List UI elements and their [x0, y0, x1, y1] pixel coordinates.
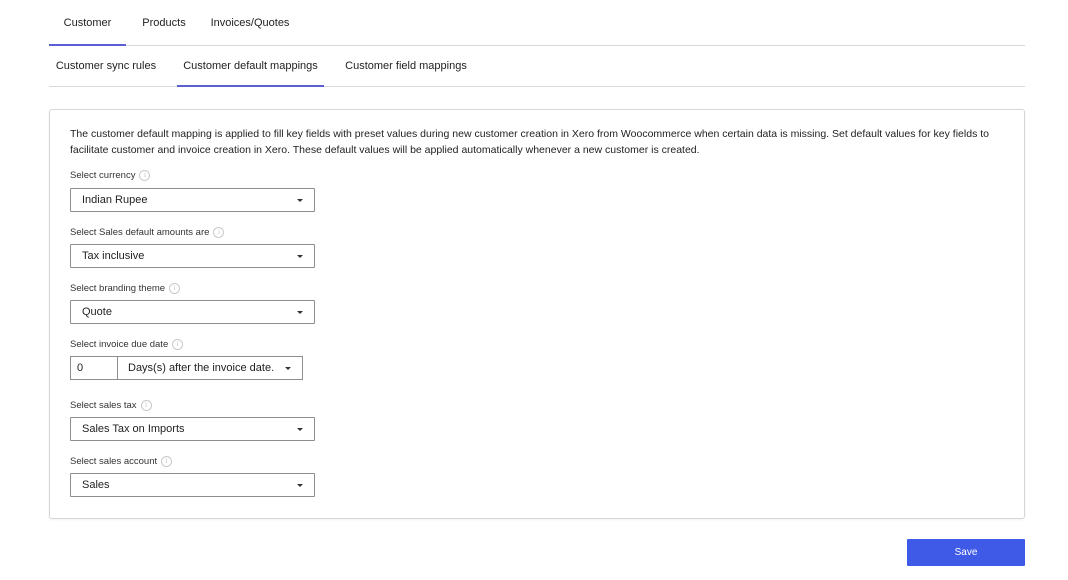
invoice-due-date-row: Days(s) after the invoice date.: [70, 356, 303, 380]
tab-customer-default-mappings[interactable]: Customer default mappings: [177, 46, 324, 87]
currency-select[interactable]: Indian Rupee: [70, 188, 315, 212]
sales-amounts-select[interactable]: Tax inclusive: [70, 244, 315, 268]
tab-products[interactable]: Products: [132, 0, 196, 45]
branding-theme-label-row: Select branding theme i: [70, 283, 181, 294]
sales-tax-value: Sales Tax on Imports: [82, 423, 185, 435]
info-icon[interactable]: i: [161, 456, 173, 467]
sales-amounts-label-row: Select Sales default amounts are i: [70, 227, 225, 238]
info-icon[interactable]: i: [172, 339, 184, 350]
chevron-down-icon: [297, 427, 303, 431]
currency-label: Select currency: [70, 170, 136, 181]
tab-customer-label: Customer: [63, 16, 112, 29]
tab-customer-default-mappings-label: Customer default mappings: [183, 60, 318, 72]
tab-invoices-quotes-label: Invoices/Quotes: [210, 16, 290, 29]
branding-theme-select[interactable]: Quote: [70, 300, 315, 324]
sales-tax-label-row: Select sales tax i: [70, 400, 152, 411]
chevron-down-icon: [297, 483, 303, 487]
sales-account-label: Select sales account: [70, 456, 158, 467]
info-icon[interactable]: i: [213, 227, 225, 238]
customer-subtabs: Customer sync rules Customer default map…: [49, 46, 1025, 87]
sales-account-label-row: Select sales account i: [70, 456, 173, 467]
tab-invoices-quotes[interactable]: Invoices/Quotes: [203, 0, 297, 45]
main-tabs: Customer Products Invoices/Quotes: [49, 0, 1025, 46]
currency-label-row: Select currency i: [70, 170, 151, 181]
chevron-down-icon: [297, 198, 303, 202]
tab-products-label: Products: [142, 16, 186, 29]
sales-account-select[interactable]: Sales: [70, 473, 315, 497]
branding-theme-value: Quote: [82, 306, 112, 318]
chevron-down-icon: [285, 366, 291, 370]
tab-customer[interactable]: Customer: [49, 0, 126, 46]
tab-customer-field-mappings-label: Customer field mappings: [345, 60, 467, 72]
chevron-down-icon: [297, 310, 303, 314]
info-icon[interactable]: i: [139, 170, 151, 181]
info-icon[interactable]: i: [169, 283, 181, 294]
info-icon[interactable]: i: [140, 400, 152, 411]
invoice-due-date-label-row: Select invoice due date i: [70, 339, 184, 350]
tab-customer-sync-rules-label: Customer sync rules: [55, 60, 157, 72]
sales-tax-label: Select sales tax: [70, 400, 137, 411]
description-text: The customer default mapping is applied …: [70, 128, 989, 156]
sales-tax-select[interactable]: Sales Tax on Imports: [70, 417, 315, 441]
currency-value: Indian Rupee: [82, 194, 148, 206]
branding-theme-label: Select branding theme: [70, 283, 166, 294]
invoice-due-date-label: Select invoice due date: [70, 339, 169, 350]
tab-customer-field-mappings[interactable]: Customer field mappings: [339, 46, 473, 86]
default-mappings-panel: The customer default mapping is applied …: [49, 109, 1025, 519]
chevron-down-icon: [297, 254, 303, 258]
save-button[interactable]: Save: [907, 539, 1025, 566]
sales-amounts-value: Tax inclusive: [82, 250, 145, 262]
due-days-input[interactable]: [70, 356, 117, 380]
sales-amounts-label: Select Sales default amounts are: [70, 227, 210, 238]
due-date-type-value: Days(s) after the invoice date.: [128, 362, 275, 374]
sales-account-value: Sales: [82, 479, 110, 491]
tab-customer-sync-rules[interactable]: Customer sync rules: [49, 46, 163, 86]
due-date-type-select[interactable]: Days(s) after the invoice date.: [117, 356, 303, 380]
